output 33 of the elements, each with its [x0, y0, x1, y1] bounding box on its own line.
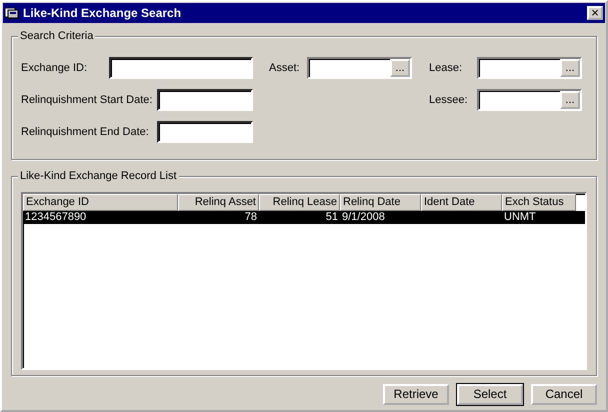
table-cell-text: 51: [324, 211, 339, 224]
input-field[interactable]: [157, 121, 253, 143]
table-cell-text: 78: [244, 211, 258, 224]
browse-button[interactable]: ...: [560, 91, 580, 109]
input-field[interactable]: ...: [477, 89, 582, 111]
field-label: Asset:: [269, 60, 301, 76]
group-title: Like-Kind Exchange Record List: [18, 169, 179, 183]
input-field[interactable]: ...: [307, 57, 412, 79]
field-label: Exchange ID:: [21, 60, 88, 76]
field-label: Relinquishment End Date:: [21, 124, 150, 140]
input-field[interactable]: [109, 57, 253, 79]
dialog-button[interactable]: Cancel: [531, 384, 597, 405]
dialog-button[interactable]: Select: [457, 384, 523, 405]
field-label: Lessee:: [429, 92, 469, 108]
dialog-button[interactable]: Retrieve: [383, 384, 449, 405]
table-cell-text: 9/1/2008: [341, 211, 386, 224]
column-header[interactable]: Ident Date: [421, 194, 502, 211]
column-header[interactable]: Exchange ID: [23, 194, 178, 211]
column-header[interactable]: Relinq Date: [340, 194, 421, 211]
browse-button[interactable]: ...: [560, 59, 580, 77]
field-label: Relinquishment Start Date:: [21, 92, 154, 108]
close-button[interactable]: ×: [587, 6, 603, 20]
browse-button[interactable]: ...: [390, 59, 410, 77]
column-header[interactable]: Exch Status: [502, 194, 576, 211]
column-header[interactable]: Relinq Lease: [259, 194, 340, 211]
table-row[interactable]: 1234567890 78 51 9/1/2008 UNMT: [23, 211, 585, 224]
field-label: Lease:: [429, 60, 464, 76]
window-title: Like-Kind Exchange Search: [23, 5, 182, 22]
input-field[interactable]: [157, 89, 253, 111]
input-field[interactable]: ...: [477, 57, 582, 79]
column-header[interactable]: Relinq Asset: [178, 194, 259, 211]
table-cell-text: UNMT: [503, 211, 537, 224]
table-cell-text: 1234567890: [24, 211, 88, 224]
